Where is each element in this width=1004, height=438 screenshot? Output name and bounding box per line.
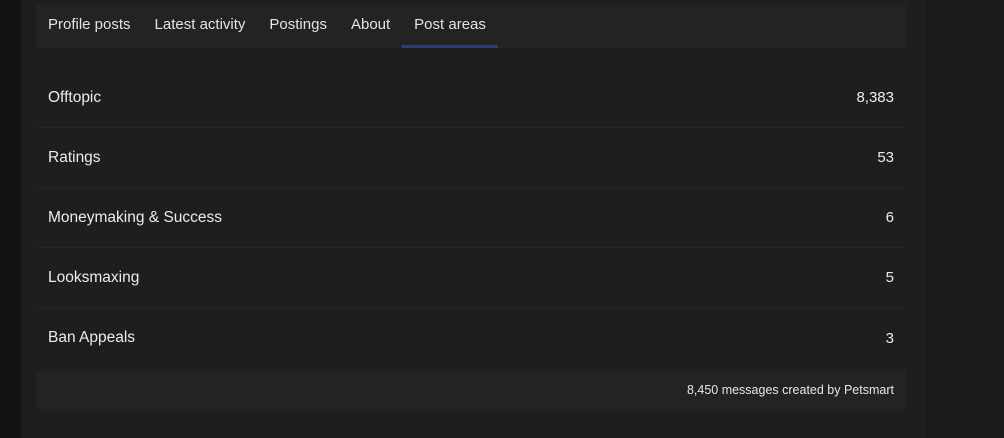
post-area-label: Ratings (48, 148, 101, 166)
profile-tabs: Profile posts Latest activity Postings A… (36, 4, 906, 48)
tab-profile-posts[interactable]: Profile posts (36, 4, 143, 48)
post-area-label: Ban Appeals (48, 329, 136, 346)
post-area-count: 8,383 (856, 89, 894, 106)
post-area-count: 53 (877, 149, 894, 166)
tab-about[interactable]: About (339, 4, 402, 48)
post-area-row-moneymaking[interactable]: Moneymaking & Success 6 (36, 188, 906, 248)
post-areas-list: Offtopic 8,383 Ratings 53 Moneymaking & … (36, 68, 906, 368)
profile-panel: Profile posts Latest activity Postings A… (21, 0, 926, 438)
tab-post-areas[interactable]: Post areas (402, 4, 498, 48)
post-area-row-ratings[interactable]: Ratings 53 (36, 128, 906, 188)
tab-postings[interactable]: Postings (257, 4, 339, 48)
tab-latest-activity[interactable]: Latest activity (143, 4, 258, 48)
post-area-row-looksmaxing[interactable]: Looksmaxing 5 (36, 248, 906, 308)
post-areas-footer: 8,450 messages created by Petsmart (36, 371, 906, 409)
post-area-count: 5 (885, 269, 894, 286)
page: Profile posts Latest activity Postings A… (0, 0, 1004, 438)
post-area-label: Moneymaking & Success (48, 208, 223, 226)
post-area-label: Looksmaxing (48, 268, 140, 286)
post-area-row-offtopic[interactable]: Offtopic 8,383 (36, 68, 906, 128)
messages-summary: 8,450 messages created by Petsmart (686, 383, 894, 397)
post-area-count: 6 (885, 209, 894, 226)
left-gutter (0, 0, 21, 438)
post-area-label: Offtopic (48, 88, 102, 106)
post-area-count: 3 (885, 329, 894, 347)
post-area-row-ban-appeals[interactable]: Ban Appeals 3 (36, 308, 906, 368)
